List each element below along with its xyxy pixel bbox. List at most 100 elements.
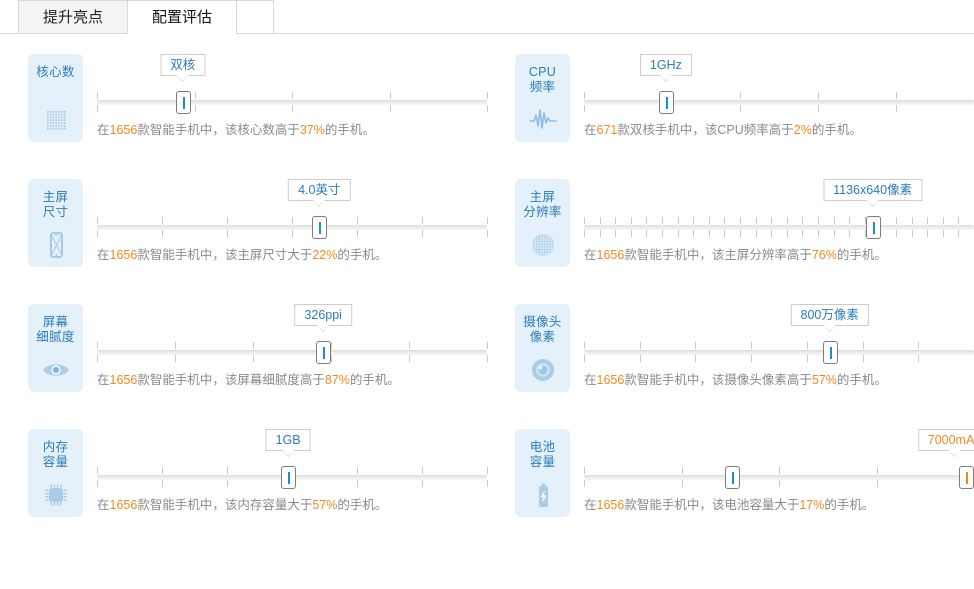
metric-label-box: 核心数 [28,54,83,142]
slider-tick [356,217,358,237]
desc-text: 的手机。 [324,123,375,137]
metric-slider-area: 1GB 在1656款智能手机中，该内存容量大于57%的手机。 [83,427,488,514]
slider-tick [487,217,488,237]
desc-highlight: 1656 [109,498,138,512]
slider-handle[interactable] [312,216,328,239]
metric-label-box: 电池 容量 [515,429,570,517]
metric-slider[interactable] [584,341,974,364]
slider-handle[interactable] [725,466,741,489]
desc-text: 在 [584,373,597,387]
tab-2[interactable]: 配置评估 [127,0,238,34]
metric-slider[interactable] [584,466,974,489]
metric-slider[interactable] [97,466,488,489]
slider-handle-grip [288,472,291,484]
slider-tick [97,217,98,237]
desc-text: 款智能手机中，该屏幕细腻度高于 [137,373,325,387]
metric-slider-area: 4.0英寸 在1656款智能手机中，该主屏尺寸大于22%的手机。 [83,177,488,264]
desc-highlight: 1656 [109,248,138,262]
metric-description: 在1656款智能手机中，该摄像头像素高于57%的手机。 [584,371,974,389]
metric-slider[interactable] [584,91,974,114]
slider-tick [802,217,804,237]
slider-tick [646,217,648,237]
desc-text: 在 [584,498,597,512]
metric-description: 在1656款智能手机中，该主屏分辨率高于76%的手机。 [584,246,974,264]
slider-handle[interactable] [281,466,297,489]
metric-label-box: 主屏 分辨率 [515,179,570,267]
slider-tick [292,217,293,237]
desc-text: 款智能手机中，该电池容量大于 [624,498,800,512]
slider-handle[interactable] [959,466,974,489]
metric-slider[interactable] [97,216,488,239]
slider-tick [584,467,585,487]
desc-text: 款智能手机中，该内存容量大于 [137,498,313,512]
slider-tick [409,342,410,362]
slider-tick [849,217,851,237]
slider-tick [226,467,228,487]
slider-tick [708,217,710,237]
slider-tick [487,467,488,487]
metric-card: 摄像头 像素 800万像素在1656款智能手机中，该摄像头像素高于57%的手机。 [487,302,974,427]
slider-handle[interactable] [865,216,881,239]
camera-lens-icon [526,355,560,385]
desc-text: 款智能手机中，该摄像头像素高于 [624,373,812,387]
metric-description: 在671款双核手机中，该CPU频率高于2%的手机。 [584,121,974,139]
metric-slider[interactable] [584,216,974,239]
tooltip-zone: 800万像素 [584,304,974,340]
slider-tick [927,217,929,237]
slider-tick [599,217,601,237]
slider-tick [226,217,228,237]
slider-tick [584,342,585,362]
slider-tick [97,342,98,362]
metric-slider[interactable] [97,341,488,364]
slider-tick [911,217,913,237]
slider-tick [695,342,697,362]
metric-slider-area: 双核 在1656款智能手机中，该核心数高于37%的手机。 [83,52,488,139]
slider-handle[interactable] [822,341,838,364]
tab-1[interactable]: 提升亮点 [18,0,129,33]
battery-icon [526,480,560,510]
desc-text: 在 [97,373,110,387]
metric-slider-area: 326ppi 在1656款智能手机中，该屏幕细腻度高于87%的手机。 [83,302,488,389]
slider-handle[interactable] [316,341,332,364]
desc-text: 的手机。 [337,498,388,512]
metric-description: 在1656款智能手机中，该屏幕细腻度高于87%的手机。 [97,371,487,389]
slider-handle[interactable] [175,91,191,114]
metric-label-box: 屏幕 细腻度 [28,304,83,392]
slider-tick [896,92,897,112]
metric-description: 在1656款智能手机中，该内存容量大于57%的手机。 [97,496,487,514]
metric-card: 核心数 双核 在1656款智能手机中，该核心数高于37%的手机。 [0,52,488,177]
memory-chip-icon [39,480,73,510]
desc-highlight: 57% [312,498,338,512]
desc-text: 的手机。 [811,123,862,137]
slider-tick [740,92,741,112]
desc-highlight: 57% [811,373,837,387]
metric-label: 摄像头 像素 [523,315,562,344]
desc-text: 在 [584,123,597,137]
desc-highlight: 1656 [596,498,625,512]
metric-slider-area: 1GHz 在671款双核手机中，该CPU频率高于2%的手机。 [570,52,974,139]
slider-ticks [97,217,488,237]
slider-ticks [584,342,974,362]
value-tooltip: 800万像素 [790,304,869,332]
slider-tick [584,92,585,112]
slider-handle[interactable] [658,91,674,114]
desc-text: 在 [97,498,110,512]
slider-ticks [97,342,488,362]
metric-card: 电池 容量 7000mAh 在1656款智能手机中，该电池容量大于17%的手机。 [487,427,974,552]
desc-text: 款智能手机中，该主屏尺寸大于 [137,248,313,262]
tab-label: 提升亮点 [43,9,104,26]
desc-text: 款智能手机中，该主屏分辨率高于 [624,248,812,262]
desc-text: 款智能手机中，该核心数高于 [137,123,300,137]
slider-handle-grip [665,97,668,109]
tab-label: 配置评估 [152,9,213,26]
metric-label-box: CPU 频率 [515,54,570,142]
metric-description: 在1656款智能手机中，该电池容量大于17%的手机。 [584,496,974,514]
metric-label: 主屏 分辨率 [523,190,562,219]
slider-tick [253,342,254,362]
eye-icon [39,355,73,385]
metric-label-box: 内存 容量 [28,429,83,517]
slider-tick [677,217,679,237]
slider-tick [724,217,726,237]
metric-slider[interactable] [97,91,488,114]
tooltip-zone: 7000mAh [584,429,974,465]
